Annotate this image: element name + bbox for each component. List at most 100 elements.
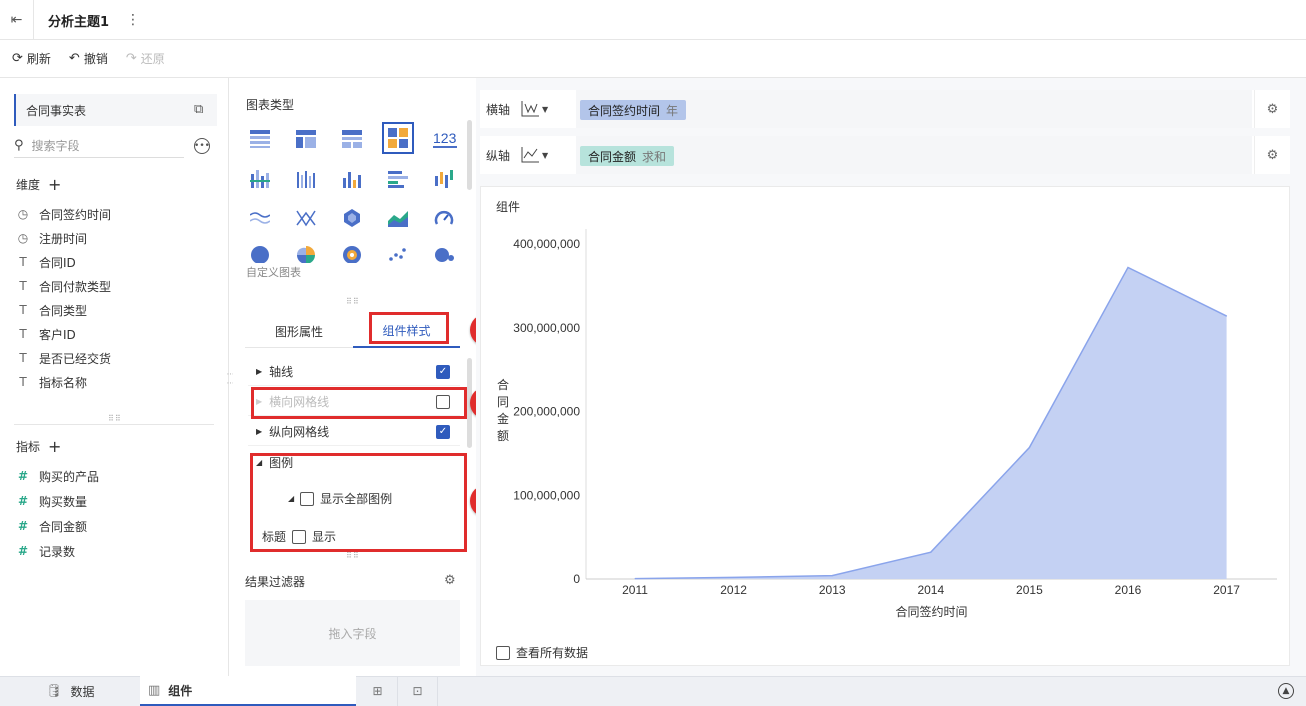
title-bar: [0, 0, 1306, 40]
scatter-chart-icon[interactable]: [383, 242, 413, 264]
filter-settings-icon[interactable]: ⚙: [444, 573, 456, 588]
y-axis-drop-zone[interactable]: 合同金额 求和: [576, 136, 1252, 174]
radar-line-chart-icon[interactable]: [291, 203, 321, 233]
expand-up-icon[interactable]: ▲: [1278, 683, 1294, 699]
refresh-button[interactable]: ⟳ 刷新: [12, 50, 51, 67]
refresh-icon: ⟳: [12, 51, 23, 66]
text-type-icon: T: [19, 375, 27, 389]
undo-button[interactable]: ↶ 撤销: [69, 50, 108, 67]
add-component-icon[interactable]: ⊞: [358, 676, 398, 706]
dimension-field-item[interactable]: T 合同ID: [16, 250, 75, 274]
x-tick-label: 2012: [720, 583, 747, 597]
dimension-field-item[interactable]: T 是否已经交货: [16, 346, 111, 370]
data-point: [733, 576, 735, 578]
vertical-grid-row[interactable]: ▶ 纵向网格线 ✓: [248, 418, 460, 446]
data-point: [1127, 266, 1129, 268]
table-chart-icon[interactable]: [245, 124, 275, 154]
add-dashboard-icon[interactable]: ⊡: [398, 676, 438, 706]
measure-field-item[interactable]: # 记录数: [16, 539, 75, 563]
column-chart-icon[interactable]: [337, 164, 367, 194]
area-chart[interactable]: 0 100,000,000 200,000,000 300,000,000 400,00…: [480, 186, 1290, 636]
range-bar-chart-icon[interactable]: [429, 164, 459, 194]
analysis-title-tab[interactable]: 分析主题1: [34, 0, 123, 40]
y-axis-title: 金: [497, 411, 509, 426]
bar-chart-icon: ▥: [148, 682, 161, 698]
y-axis-row: 纵轴 ▼ 合同金额 求和 ⚙: [480, 136, 1290, 174]
x-tick-label: 2014: [917, 583, 944, 597]
multi-pie-chart-icon[interactable]: [337, 242, 367, 264]
axis-line-row[interactable]: ▶ 轴线 ✓: [248, 358, 460, 386]
custom-chart-link[interactable]: 自定义图表: [246, 264, 301, 280]
hash-icon: #: [17, 469, 29, 483]
pie-chart-icon[interactable]: [245, 242, 275, 264]
expand-triangle-icon[interactable]: ▶: [256, 367, 262, 376]
dropdown-caret-icon: ▼: [542, 104, 549, 114]
y-axis-settings-icon[interactable]: ⚙: [1254, 136, 1290, 174]
hash-icon: #: [17, 494, 29, 508]
detail-table-icon[interactable]: [337, 124, 367, 154]
resize-grip-icon[interactable]: ⠿⠿: [108, 414, 122, 423]
view-all-data-option[interactable]: 查看所有数据: [496, 644, 588, 661]
x-axis-type-icon[interactable]: ▼: [520, 100, 560, 118]
chart-type-scrollbar[interactable]: [467, 120, 472, 190]
field-search-input[interactable]: ⚲ 搜索字段: [14, 134, 184, 158]
x-axis-drop-zone[interactable]: 合同签约时间年: [576, 90, 1252, 128]
add-measure-icon[interactable]: +: [48, 438, 61, 455]
cross-table-icon[interactable]: [291, 124, 321, 154]
x-axis-settings-icon[interactable]: ⚙: [1254, 90, 1290, 128]
more-vertical-icon[interactable]: ⋮: [126, 0, 140, 40]
stacked-bar-chart-icon[interactable]: [245, 164, 275, 194]
y-axis-type-icon[interactable]: ▼: [520, 146, 560, 164]
y-tick-label: 200,000,000: [513, 405, 580, 419]
dimension-field-item[interactable]: T 客户ID: [16, 322, 75, 346]
grouped-bar-chart-icon[interactable]: [291, 164, 321, 194]
tab-shape-properties[interactable]: 图形属性: [245, 314, 353, 348]
data-point: [831, 575, 833, 577]
resize-grip-icon[interactable]: ⠿⠿: [346, 551, 360, 560]
text-type-icon: T: [19, 351, 27, 365]
area-chart-icon[interactable]: [383, 203, 413, 233]
measure-field-item[interactable]: # 合同金额: [16, 514, 87, 538]
axis-line-checkbox[interactable]: ✓: [436, 364, 450, 379]
tab-data[interactable]: 🛢 数据: [46, 676, 95, 706]
text-type-icon: T: [19, 327, 27, 341]
measure-field-item[interactable]: # 购买数量: [16, 489, 87, 513]
kpi-number-icon[interactable]: 123: [429, 124, 461, 154]
measure-field-item[interactable]: # 购买的产品: [16, 464, 99, 488]
y-axis-field-pill[interactable]: 合同金额 求和: [580, 146, 675, 166]
bubble-chart-icon[interactable]: [429, 242, 459, 264]
search-placeholder: 搜索字段: [31, 139, 80, 153]
dimension-field-item[interactable]: ◷ 合同签约时间: [16, 202, 111, 226]
bar-chart-icon[interactable]: [383, 164, 413, 194]
x-tick-label: 2016: [1115, 583, 1142, 597]
resize-grip-icon[interactable]: ⠿⠿: [346, 297, 360, 306]
line-chart-icon[interactable]: [245, 203, 275, 233]
divider: [14, 424, 214, 425]
dimension-field-item[interactable]: T 指标名称: [16, 370, 87, 394]
dimension-field-item[interactable]: ◷ 注册时间: [16, 226, 87, 250]
switch-table-icon[interactable]: ⧉: [194, 102, 210, 118]
expand-triangle-icon[interactable]: ▶: [256, 427, 262, 436]
dimension-field-item[interactable]: T 合同类型: [16, 298, 87, 322]
rose-chart-icon[interactable]: [291, 242, 321, 264]
redo-button[interactable]: ↷ 还原: [126, 50, 165, 67]
text-type-icon: T: [19, 303, 27, 317]
x-axis-field-pill[interactable]: 合同签约时间年: [580, 100, 687, 120]
gauge-chart-icon[interactable]: [429, 203, 459, 233]
vertical-grid-checkbox[interactable]: ✓: [436, 424, 450, 439]
dimension-field-item[interactable]: T 合同付款类型: [16, 274, 111, 298]
auto-chart-icon[interactable]: [382, 122, 414, 154]
chart-type-label: 图表类型: [246, 98, 295, 112]
y-tick-label: 400,000,000: [513, 237, 580, 251]
view-all-data-checkbox[interactable]: [496, 645, 510, 660]
clock-icon: ◷: [17, 231, 29, 245]
add-dimension-icon[interactable]: +: [48, 176, 61, 193]
table-selector[interactable]: 合同事实表: [14, 94, 217, 126]
tab-component[interactable]: ▥ 组件: [140, 676, 356, 706]
toolbar: ⟳ 刷新 ↶ 撤销 ↷ 还原: [0, 40, 1306, 78]
radar-chart-icon[interactable]: [337, 203, 367, 233]
exit-icon[interactable]: ⇤: [0, 0, 34, 40]
more-options-icon[interactable]: •••: [194, 138, 210, 154]
filter-drop-zone[interactable]: 拖入字段: [245, 600, 460, 666]
text-type-icon: T: [19, 255, 27, 269]
